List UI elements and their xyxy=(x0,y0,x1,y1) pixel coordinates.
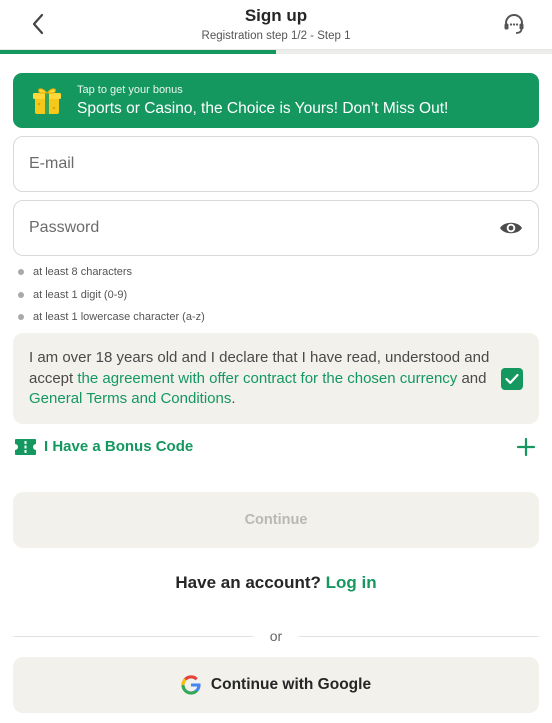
offer-contract-link[interactable]: the agreement with offer contract for th… xyxy=(77,370,457,387)
google-icon xyxy=(181,675,201,695)
show-password-button[interactable] xyxy=(498,217,524,239)
rule-bullet xyxy=(18,269,24,275)
google-signin-button[interactable]: Continue with Google xyxy=(13,657,539,713)
banner-caption: Tap to get your bonus xyxy=(77,84,183,96)
agreement-text-part: . xyxy=(231,390,236,407)
support-headset-icon xyxy=(504,14,524,34)
ticket-icon xyxy=(15,439,36,455)
divider-right xyxy=(299,636,539,637)
agreement-text-part: and xyxy=(457,369,487,387)
banner-headline: Sports or Casino, the Choice is Yours! D… xyxy=(77,100,449,117)
page-title: Sign up xyxy=(244,6,308,25)
have-account-row: Have an account? Log in xyxy=(0,573,552,593)
rule-bullet xyxy=(18,292,24,298)
continue-button[interactable]: Continue xyxy=(13,492,539,548)
password-rule: at least 1 digit (0-9) xyxy=(18,288,127,302)
google-button-label: Continue with Google xyxy=(210,676,372,693)
password-rule: at least 8 characters xyxy=(18,265,132,279)
bonus-code-label: I Have a Bonus Code xyxy=(44,438,194,455)
rule-text: at least 1 lowercase character (a-z) xyxy=(33,311,205,323)
agreement-checkbox[interactable] xyxy=(501,368,523,390)
header: Sign up Registration step 1/2 - Step 1 xyxy=(0,0,552,50)
have-account-text: Have an account? xyxy=(175,573,321,592)
email-field xyxy=(13,136,539,192)
checkmark-icon xyxy=(505,373,519,384)
support-button[interactable] xyxy=(500,10,528,38)
login-link[interactable]: Log in xyxy=(326,573,377,592)
bonus-banner[interactable]: Tap to get your bonus Sports or Casino, … xyxy=(13,73,539,128)
email-input[interactable] xyxy=(29,137,489,191)
password-rule: at least 1 lowercase character (a-z) xyxy=(18,310,205,324)
progress-bar xyxy=(0,50,552,54)
agreement-text: I am over 18 years old and I declare tha… xyxy=(29,348,497,410)
rule-text: at least 8 characters xyxy=(33,266,133,278)
plus-icon xyxy=(516,437,536,457)
eye-icon xyxy=(500,222,522,234)
rule-bullet xyxy=(18,314,24,320)
bonus-code-toggle[interactable]: I Have a Bonus Code xyxy=(14,435,538,459)
gift-icon xyxy=(33,88,61,114)
page-subtitle: Registration step 1/2 - Step 1 xyxy=(201,30,351,42)
rule-text: at least 1 digit (0-9) xyxy=(33,289,128,301)
password-input[interactable] xyxy=(29,201,489,255)
terms-link[interactable]: General Terms and Conditions xyxy=(29,390,231,407)
progress-fill xyxy=(0,50,276,54)
agreement-box: I am over 18 years old and I declare tha… xyxy=(13,333,539,424)
password-field xyxy=(13,200,539,256)
